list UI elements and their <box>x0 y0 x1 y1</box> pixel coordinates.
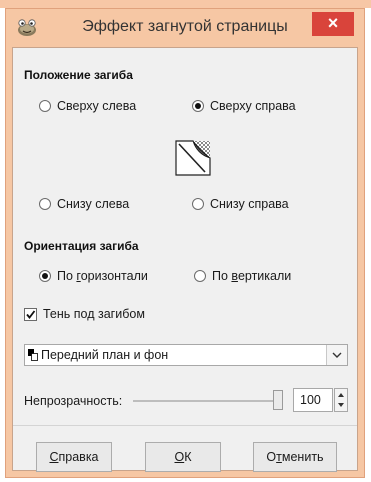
dialog-content: Положение загиба Сверху слева Сверху спр… <box>12 47 358 472</box>
window-top-strip <box>0 0 371 8</box>
help-button[interactable]: Справка <box>36 442 112 472</box>
opacity-value-input[interactable]: 100 <box>293 388 333 412</box>
cancel-button[interactable]: Отменить <box>253 442 337 472</box>
curl-orientation-heading: Ориентация загиба <box>24 239 139 253</box>
fg-bg-color-icon <box>28 349 38 361</box>
window-title: Эффект загнутой страницы <box>82 18 288 35</box>
opacity-spin-buttons[interactable] <box>334 388 348 412</box>
radio-bottom-right-indicator[interactable] <box>192 198 204 210</box>
curl-location-heading: Положение загиба <box>24 68 133 82</box>
radio-top-right-label: Сверху справа <box>210 99 296 113</box>
gradient-select[interactable]: Передний план и фон <box>24 344 348 366</box>
radio-top-left-indicator[interactable] <box>39 100 51 112</box>
radio-vertical-indicator[interactable] <box>194 270 206 282</box>
radio-bottom-right-label: Снизу справа <box>210 197 289 211</box>
radio-bottom-right[interactable]: Снизу справа <box>192 197 289 211</box>
close-button[interactable]: × <box>312 12 354 36</box>
chevron-down-icon[interactable] <box>326 345 347 365</box>
button-separator <box>13 425 357 426</box>
spin-up-icon <box>338 393 344 397</box>
checkmark-icon <box>26 309 36 319</box>
shadow-checkbox-label: Тень под загибом <box>43 307 145 321</box>
gradient-select-value: Передний план и фон <box>41 348 169 362</box>
radio-vertical-label: По вертикали <box>212 269 292 283</box>
radio-bottom-left[interactable]: Снизу слева <box>39 197 129 211</box>
radio-top-left[interactable]: Сверху слева <box>39 99 136 113</box>
opacity-slider-track[interactable] <box>133 400 273 402</box>
radio-top-left-label: Сверху слева <box>57 99 137 113</box>
close-icon: × <box>327 13 339 33</box>
radio-bottom-left-indicator[interactable] <box>39 198 51 210</box>
shadow-checkbox-box[interactable] <box>24 307 37 321</box>
radio-horizontal[interactable]: По горизонтали <box>39 269 148 283</box>
shadow-checkbox[interactable]: Тень под загибом <box>24 307 145 321</box>
radio-bottom-left-label: Снизу слева <box>57 197 130 211</box>
dialog-window: Эффект загнутой страницы × Положение заг… <box>5 8 365 478</box>
title-bar[interactable]: Эффект загнутой страницы × <box>6 9 364 45</box>
ok-button[interactable]: ОК <box>145 442 221 472</box>
opacity-label: Непрозрачность: <box>24 394 123 408</box>
page-curl-preview-icon <box>175 140 211 176</box>
radio-top-right[interactable]: Сверху справа <box>192 99 296 113</box>
opacity-slider-handle[interactable] <box>273 390 283 410</box>
radio-horizontal-label: По горизонтали <box>57 269 148 283</box>
radio-top-right-indicator[interactable] <box>192 100 204 112</box>
radio-horizontal-indicator[interactable] <box>39 270 51 282</box>
spin-down-icon <box>338 403 344 407</box>
radio-vertical[interactable]: По вертикали <box>194 269 291 283</box>
